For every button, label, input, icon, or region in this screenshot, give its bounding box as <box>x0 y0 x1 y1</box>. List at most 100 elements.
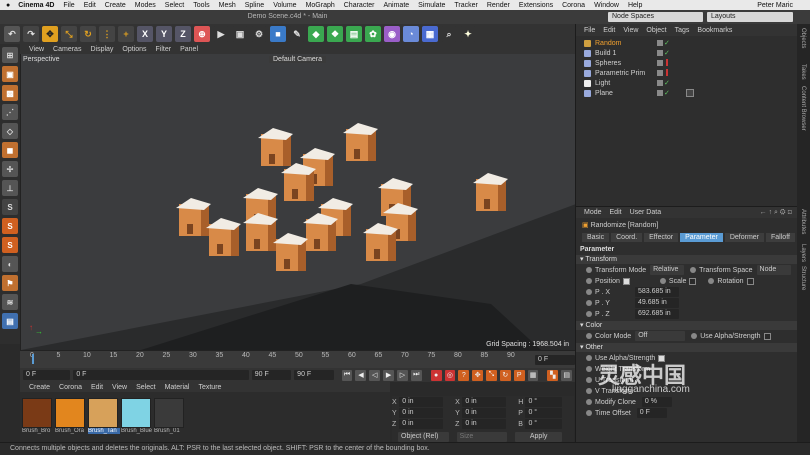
texture-mode-icon[interactable]: ▩ <box>2 85 18 101</box>
coord-field[interactable]: 0 in <box>462 419 507 429</box>
anim-dot[interactable] <box>690 267 697 273</box>
anim-dot[interactable] <box>586 311 592 317</box>
start-frame-field[interactable]: 0 F <box>23 370 71 380</box>
tab-parameter[interactable]: Parameter <box>680 233 723 242</box>
enabled-check-icon[interactable]: ✓ <box>664 49 670 57</box>
menu-tools[interactable]: Tools <box>193 2 209 9</box>
material-item[interactable]: Brush_Tan <box>88 398 120 434</box>
move-icon[interactable]: ✥ <box>42 26 58 42</box>
key-param-icon[interactable]: P <box>513 369 525 381</box>
visibility-toggle[interactable] <box>657 40 663 46</box>
transform-mode-select[interactable]: Relative <box>650 265 685 275</box>
current-frame-field[interactable]: 0 F <box>73 370 249 380</box>
keyframe-selection-icon[interactable]: ? <box>458 369 470 381</box>
anim-dot[interactable] <box>586 355 592 361</box>
object-row-spheres[interactable]: Spheres <box>576 58 797 68</box>
scale-checkbox[interactable] <box>689 277 697 285</box>
mat-menu-select[interactable]: Select <box>136 384 155 391</box>
object-row-build[interactable]: Build 1 ✓ <box>576 48 797 58</box>
user-name[interactable]: Peter Maric <box>757 0 802 10</box>
obj-menu-tags[interactable]: Tags <box>675 27 690 34</box>
disabled-icon[interactable] <box>666 59 668 66</box>
attr-menu-edit[interactable]: Edit <box>610 209 622 216</box>
cloner-icon[interactable]: ❖ <box>327 26 343 42</box>
paint-icon[interactable]: ≋ <box>2 294 18 310</box>
recent-tools-icon[interactable]: ⋮ <box>99 26 115 42</box>
anim-dot[interactable] <box>659 278 666 284</box>
menu-animate[interactable]: Animate <box>383 2 409 9</box>
obj-menu-object[interactable]: Object <box>646 27 666 34</box>
vp-menu-filter[interactable]: Filter <box>156 46 172 53</box>
vp-menu-view[interactable]: View <box>29 46 44 53</box>
menu-tracker[interactable]: Tracker <box>454 2 477 9</box>
goto-end-icon[interactable]: ⏭ <box>410 369 422 381</box>
anim-dot[interactable] <box>586 399 592 405</box>
key-pla-icon[interactable]: ▦ <box>527 369 539 381</box>
x-axis-icon[interactable]: X <box>137 26 153 42</box>
enabled-check-icon[interactable]: ✓ <box>664 39 670 47</box>
undo-icon[interactable]: ↶ <box>4 26 20 42</box>
goto-start-icon[interactable]: ⏮ <box>341 369 353 381</box>
color-section[interactable]: ▾ Color <box>576 321 798 330</box>
position-checkbox[interactable] <box>622 277 630 285</box>
workplane-icon[interactable]: S <box>2 237 18 253</box>
timeline[interactable]: 051015202530354045505560657075808590 0 F <box>20 350 575 368</box>
anim-dot[interactable] <box>586 410 592 416</box>
render-settings-icon[interactable]: ⚙ <box>251 26 267 42</box>
attr-menu-userdata[interactable]: User Data <box>630 209 662 216</box>
add-icon[interactable]: + <box>118 26 134 42</box>
material-tag-icon[interactable] <box>686 89 694 97</box>
subdivision-icon[interactable]: ◆ <box>308 26 324 42</box>
vp-menu-panel[interactable]: Panel <box>180 46 198 53</box>
record-icon[interactable]: ● <box>430 369 442 381</box>
enabled-check-icon[interactable]: ✓ <box>664 79 670 87</box>
material-item[interactable]: Brush_Ora <box>55 398 87 434</box>
visibility-toggle[interactable] <box>657 60 663 66</box>
rotation-checkbox[interactable] <box>746 277 754 285</box>
visibility-toggle[interactable] <box>657 80 663 86</box>
y-axis-icon[interactable]: Y <box>156 26 172 42</box>
end-frame-field[interactable]: 90 F <box>251 370 292 380</box>
time-offset-field[interactable]: 0 F <box>636 408 667 418</box>
menu-volume[interactable]: Volume <box>273 2 296 9</box>
obj-menu-bookmarks[interactable]: Bookmarks <box>697 27 732 34</box>
mograph-icon[interactable]: ✿ <box>365 26 381 42</box>
mat-menu-edit[interactable]: Edit <box>91 384 103 391</box>
node-spaces-dropdown[interactable]: Node Spaces <box>608 12 703 22</box>
side-tab-objects[interactable]: Objects <box>800 28 806 48</box>
disabled-icon[interactable] <box>666 69 668 76</box>
z-axis-icon[interactable]: Z <box>175 26 191 42</box>
object-row-parametric[interactable]: Parametric Prim <box>576 68 797 78</box>
coord-field[interactable]: 0 ° <box>525 397 563 407</box>
visibility-toggle[interactable] <box>657 90 663 96</box>
obj-menu-view[interactable]: View <box>623 27 638 34</box>
make-editable-icon[interactable]: ⊞ <box>2 47 18 63</box>
menu-simulate[interactable]: Simulate <box>418 2 445 9</box>
coord-mode-select[interactable]: Object (Rel) <box>398 432 449 442</box>
modify-clone-field[interactable]: 0 % <box>641 397 672 407</box>
coord-field[interactable]: 0 in <box>399 419 444 429</box>
render-view-icon[interactable]: ▶ <box>213 26 229 42</box>
camera-icon[interactable]: ⌕ <box>441 26 457 42</box>
axis-mode-icon[interactable]: ✢ <box>2 161 18 177</box>
coord-field[interactable]: 0 in <box>462 408 507 418</box>
menu-file[interactable]: File <box>63 2 74 9</box>
material-item[interactable]: Brush_Blue <box>121 398 153 434</box>
tab-effector[interactable]: Effector <box>644 233 679 242</box>
polygons-mode-icon[interactable]: ◼ <box>2 142 18 158</box>
anim-dot[interactable] <box>586 300 592 306</box>
coord-size-select[interactable]: Size <box>456 432 508 442</box>
side-tab-layers[interactable]: Layers <box>800 244 806 262</box>
side-tab-structure[interactable]: Structure <box>800 266 806 290</box>
menu-mesh[interactable]: Mesh <box>219 2 236 9</box>
menu-spline[interactable]: Spline <box>245 2 264 9</box>
vp-menu-options[interactable]: Options <box>122 46 146 53</box>
play-back-icon[interactable]: ◁ <box>369 369 381 381</box>
material-item[interactable]: Brush_01 <box>154 398 186 434</box>
anim-dot[interactable] <box>586 366 592 372</box>
anim-dot[interactable] <box>586 388 592 394</box>
transform-section[interactable]: ▾ Transform <box>576 255 798 264</box>
solo-icon[interactable]: ◐ <box>2 256 18 272</box>
transform-space-select[interactable]: Node <box>756 265 791 275</box>
playhead[interactable] <box>32 354 34 364</box>
